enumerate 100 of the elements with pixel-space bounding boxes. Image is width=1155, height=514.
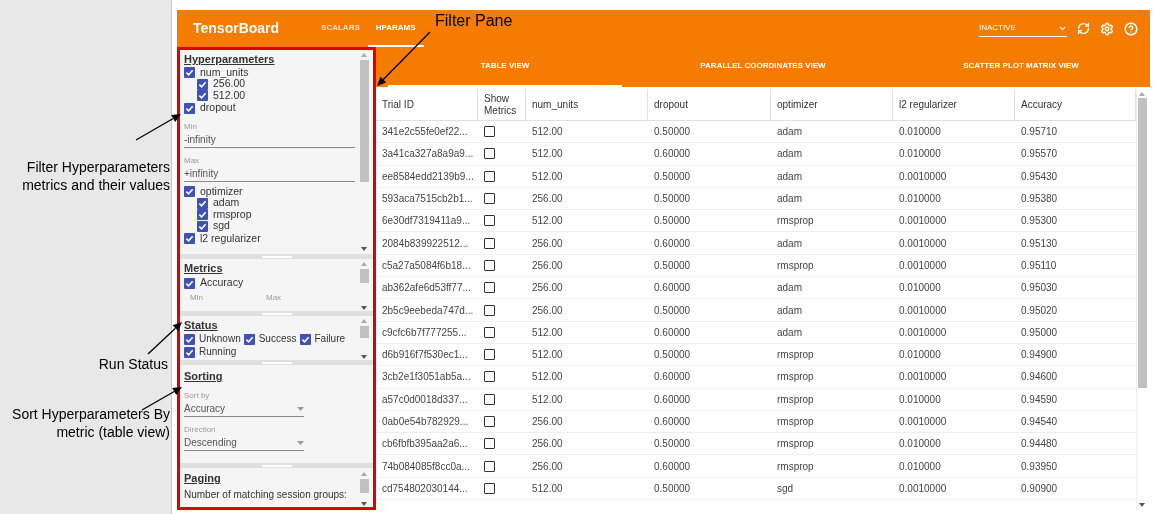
checkbox[interactable] — [484, 148, 495, 160]
checkbox[interactable] — [484, 259, 495, 271]
checkbox[interactable] — [184, 277, 195, 289]
scroll-down-icon[interactable] — [1139, 503, 1145, 508]
checkbox[interactable] — [197, 78, 208, 90]
column-header[interactable]: optimizer — [777, 98, 818, 111]
checkbox[interactable] — [484, 170, 495, 182]
checkbox[interactable] — [299, 333, 311, 345]
filter-label: Running — [199, 346, 237, 358]
filter-label: l2 regularizer — [200, 231, 261, 246]
checkbox[interactable] — [197, 220, 208, 232]
table-cell-text: cb6fbfb395aa2a6... — [381, 437, 469, 452]
table-cell-text: 0.010000 — [898, 125, 942, 140]
table-cell-text: 0.0010000 — [898, 370, 948, 385]
checkbox[interactable] — [484, 416, 495, 427]
table-cell-text: 74b084085f8cc0a... — [381, 459, 471, 474]
checkbox[interactable] — [184, 102, 195, 114]
column-header[interactable]: l2 regularizer — [899, 98, 957, 111]
table-cell-text: ee8584edd2139b9... — [381, 169, 475, 184]
table-cell-text: 0.94900 — [1020, 348, 1059, 363]
table-cell-text: 256.00 — [531, 258, 564, 273]
checkbox[interactable] — [243, 333, 255, 345]
table-cell-text: 0.010000 — [898, 147, 942, 162]
table-cell-text: 6e30df7319411a9... — [381, 214, 472, 229]
checkbox[interactable] — [484, 482, 495, 494]
max-field[interactable]: +infinity — [184, 166, 355, 182]
table-cell-text: rmsprop — [776, 258, 815, 273]
table-cell-text: 0.50000 — [653, 437, 692, 452]
checkbox[interactable] — [484, 460, 495, 472]
checkbox[interactable] — [184, 346, 195, 358]
filter-label: Unknown — [199, 333, 241, 345]
annotation-label: Sort Hyperparameters By metric (table view) — [11, 405, 170, 441]
table-cell-text: 0.60000 — [653, 325, 692, 340]
help-icon[interactable] — [1124, 21, 1138, 36]
annotation-arrow — [141, 387, 182, 411]
checkbox[interactable] — [184, 67, 195, 79]
settings-icon[interactable] — [1100, 21, 1114, 36]
caret-icon — [297, 440, 304, 445]
checkbox[interactable] — [484, 126, 495, 138]
scroll-down-icon[interactable] — [361, 502, 367, 507]
column-header[interactable]: num_units — [532, 98, 579, 111]
table-cell-text: 0.60000 — [653, 459, 692, 474]
table-cell-text: adam — [776, 192, 803, 207]
scrollbar[interactable] — [1137, 91, 1147, 508]
table-cell-text: 0.010000 — [898, 192, 942, 207]
checkbox[interactable] — [484, 193, 495, 205]
checkbox[interactable] — [484, 326, 495, 338]
field-label: Min — [190, 292, 204, 304]
checkbox[interactable] — [484, 215, 495, 227]
table-cell-text: rmsprop — [776, 392, 815, 407]
checkbox[interactable] — [184, 186, 195, 198]
table-cell-text: 512.00 — [531, 392, 564, 407]
table-cell-text: 256.00 — [531, 192, 564, 207]
table-cell-text: 0.50000 — [653, 303, 692, 318]
checkbox[interactable] — [484, 393, 495, 405]
checkbox[interactable] — [197, 197, 208, 209]
scrollbar[interactable] — [359, 52, 369, 252]
checkbox[interactable] — [484, 282, 495, 294]
table-cell-text: 512.00 — [531, 481, 564, 496]
table-cell-text: rmsprop — [776, 214, 815, 229]
scroll-down-icon[interactable] — [361, 247, 367, 252]
checkbox[interactable] — [184, 333, 195, 345]
checkbox[interactable] — [197, 90, 208, 102]
checkbox[interactable] — [484, 237, 495, 249]
caret-icon — [297, 406, 304, 411]
checkbox[interactable] — [484, 349, 495, 361]
sort-by-dropdown[interactable]: Accuracy — [184, 401, 304, 417]
table-cell-text: rmsprop — [776, 415, 815, 429]
direction-dropdown[interactable]: Descending — [184, 435, 304, 451]
annotation-arrow — [377, 31, 431, 86]
table-cell-text: 0.60000 — [653, 281, 692, 296]
table-cell-text: 0.010000 — [898, 392, 942, 407]
filter-label: Failure — [314, 333, 346, 345]
column-header[interactable]: dropout — [654, 98, 688, 111]
section-title: Hyperparameters — [184, 52, 276, 66]
section-title: Metrics — [184, 261, 224, 275]
checkbox[interactable] — [484, 371, 495, 383]
scrollbar[interactable] — [359, 471, 369, 507]
table-cell-text: 512.00 — [531, 169, 564, 184]
min-field[interactable]: -infinity — [184, 132, 355, 148]
checkbox[interactable] — [197, 209, 208, 221]
scrollbar[interactable] — [359, 318, 369, 360]
checkbox[interactable] — [484, 438, 495, 450]
column-header[interactable]: Show Metrics — [484, 92, 519, 117]
column-header[interactable]: Trial ID — [382, 98, 414, 111]
field-label: Min — [184, 122, 198, 132]
scrollbar[interactable] — [359, 261, 369, 311]
checkbox[interactable] — [484, 304, 495, 316]
table-cell-text: 0.50000 — [653, 481, 692, 496]
table-cell-text: ab362afe6d53ff77... — [381, 281, 472, 296]
field-label: Sort by — [184, 391, 211, 401]
filter-label: sgd — [213, 219, 230, 234]
table-cell-text: 512.00 — [531, 348, 564, 363]
table-cell-text: 2084b839922512... — [381, 236, 470, 251]
column-header[interactable]: Accuracy — [1021, 98, 1063, 111]
table-cell-text: 0.95130 — [1020, 236, 1059, 251]
table-cell-text: 0.95030 — [1020, 281, 1059, 296]
refresh-icon[interactable] — [1077, 22, 1090, 35]
checkbox[interactable] — [184, 233, 195, 245]
table-cell-text: 0.60000 — [653, 392, 692, 407]
